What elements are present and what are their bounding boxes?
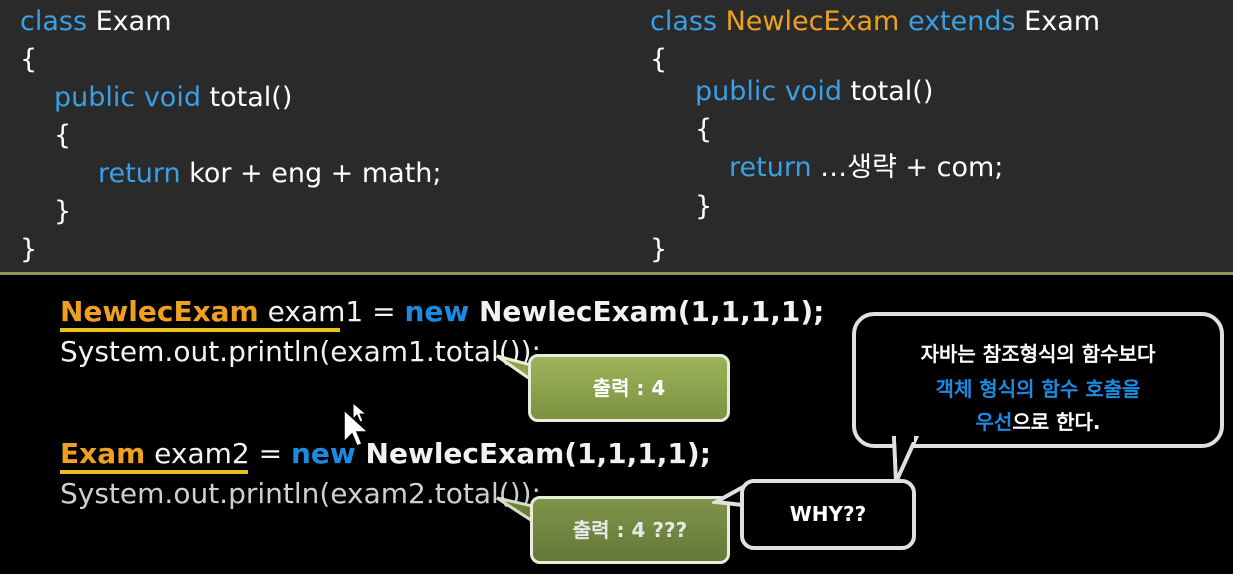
exam2-declaration: Exam exam2 = new NewlecExam(1,1,1,1); bbox=[60, 437, 711, 470]
divider bbox=[0, 272, 1233, 275]
code-right-line5: return …생략 + com; bbox=[729, 152, 1004, 183]
exam1-underline bbox=[60, 328, 340, 332]
code-right-line2: { bbox=[650, 44, 668, 75]
code-left-line3: public void total() bbox=[54, 82, 293, 113]
code-left-line7: } bbox=[20, 234, 38, 265]
output1-box: 출력 : 4 bbox=[528, 354, 730, 422]
exam1-declaration: NewlecExam exam1 = new NewlecExam(1,1,1,… bbox=[60, 295, 825, 328]
bubble-line2: 객체 형식의 함수 호출을 bbox=[935, 377, 1141, 401]
exam2-underline bbox=[60, 470, 248, 474]
code-right-line1: class NewlecExam extends Exam bbox=[650, 6, 1101, 37]
explanation-tail bbox=[891, 436, 920, 483]
explanation-bubble: 자바는 참조형식의 함수보다 객체 형식의 함수 호출을 우선으로 한다. bbox=[852, 312, 1224, 448]
exam2-println: System.out.println(exam2.total()); bbox=[60, 477, 541, 510]
code-left-line6: } bbox=[54, 196, 72, 227]
code-left-line2: { bbox=[20, 44, 38, 75]
why-bubble: WHY?? bbox=[740, 479, 916, 550]
code-panel bbox=[0, 0, 1233, 273]
output2-box: 출력 : 4 ??? bbox=[530, 496, 730, 564]
exam1-println: System.out.println(exam1.total()); bbox=[60, 335, 541, 368]
code-left-line5: return kor + eng + math; bbox=[98, 158, 442, 189]
bubble-line3: 우선으로 한다. bbox=[975, 410, 1101, 434]
code-left-line1: class Exam bbox=[20, 6, 172, 37]
bubble-line1: 자바는 참조형식의 함수보다 bbox=[920, 342, 1156, 366]
code-right-line6: } bbox=[695, 191, 713, 222]
code-left-line4: { bbox=[54, 120, 72, 151]
code-right-line7: } bbox=[650, 234, 668, 265]
code-right-line4: { bbox=[695, 114, 713, 145]
code-right-line3: public void total() bbox=[695, 76, 934, 107]
cursor-icon bbox=[343, 408, 370, 447]
